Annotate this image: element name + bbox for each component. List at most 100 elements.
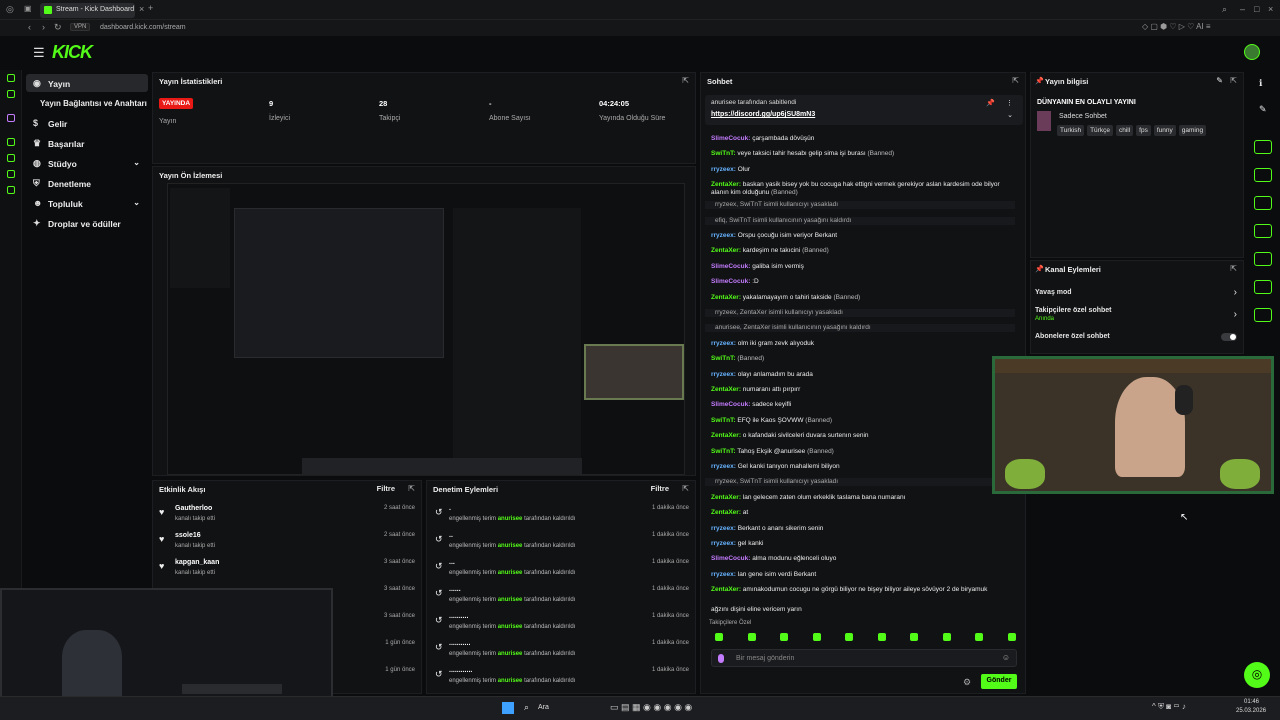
tool-icon[interactable] <box>1254 168 1272 182</box>
tool-icon[interactable] <box>1254 224 1272 238</box>
chat-message: ZentaXer: numaranı attı pırpırr <box>711 386 801 393</box>
rail-icon[interactable] <box>7 154 15 162</box>
tag[interactable]: chill <box>1115 125 1134 136</box>
emote-icon[interactable] <box>1007 633 1016 641</box>
expand-icon[interactable]: ⇱ <box>408 484 415 493</box>
sidebar-item-stream-key[interactable]: Yayın Bağlantısı ve Anahtarı <box>26 94 148 112</box>
maximize-icon[interactable]: □ <box>1254 4 1259 14</box>
undo-icon[interactable]: ↺ <box>435 507 443 518</box>
filter-button[interactable]: Filtre <box>377 484 395 493</box>
edit-icon[interactable]: ✎ <box>1259 104 1267 115</box>
sidebar-item-studio[interactable]: ◍ Stüdyo ⌄ <box>26 154 148 172</box>
back-icon[interactable]: ‹ <box>28 22 31 32</box>
category-thumbnail <box>1037 111 1051 131</box>
more-icon[interactable]: ⋮ <box>1006 99 1013 107</box>
avatar[interactable] <box>1244 44 1260 60</box>
chat-input[interactable]: Bir mesaj gönderin ☺ <box>711 649 1017 667</box>
vpn-badge[interactable]: VPN <box>70 23 91 31</box>
tag[interactable]: funny <box>1153 125 1176 136</box>
emote-icon[interactable] <box>910 633 918 641</box>
followers-only-row[interactable]: Takipçilere özel sohbet Anında › <box>1035 307 1241 325</box>
tag[interactable]: gaming <box>1178 125 1207 136</box>
expand-icon[interactable]: ⇱ <box>682 484 689 493</box>
filter-button[interactable]: Filtre <box>651 484 669 493</box>
tool-icon[interactable] <box>1254 308 1272 322</box>
undo-icon[interactable]: ↺ <box>435 534 443 545</box>
mod-sub: engellenmiş terim anurisee tarafından ka… <box>449 678 576 684</box>
slow-mode-row[interactable]: Yavaş mod › <box>1035 287 1241 301</box>
expand-icon[interactable]: ⇱ <box>682 76 689 85</box>
edit-icon[interactable]: ✎ <box>1216 76 1223 85</box>
reload-icon[interactable]: ↻ <box>54 22 62 33</box>
sidebar-item-stream[interactable]: ◉ Yayın <box>26 74 148 92</box>
undo-icon[interactable]: ↺ <box>435 669 443 680</box>
close-window-icon[interactable]: × <box>1268 4 1273 14</box>
pinned-message[interactable]: anurisee tarafından sabitlendi https://d… <box>705 95 1023 125</box>
subscribers-only-row[interactable]: Abonelere özel sohbet <box>1035 331 1241 345</box>
settings-icon[interactable]: ⚙ <box>963 677 971 688</box>
tag[interactable]: Türkçe <box>1087 125 1113 136</box>
windows-start-icon[interactable] <box>502 702 514 714</box>
emote-icon[interactable] <box>812 633 821 641</box>
emote-icon[interactable] <box>975 633 983 641</box>
tag[interactable]: fps <box>1136 125 1151 136</box>
menu-icon[interactable]: ☰ <box>33 45 45 61</box>
pin-icon[interactable]: 📌 <box>986 99 995 107</box>
search-icon[interactable]: ⌕ <box>524 702 529 713</box>
tool-icon[interactable] <box>1254 196 1272 210</box>
undo-icon[interactable]: ↺ <box>435 615 443 626</box>
info-icon[interactable]: ℹ <box>1259 78 1262 89</box>
rail-icon[interactable] <box>7 90 15 98</box>
sidebar-item-drops[interactable]: ✦ Droplar ve ödüller <box>26 214 148 232</box>
tray-icons[interactable]: ^ ⛨ ◙ ▭ ♪ <box>1152 702 1186 712</box>
undo-icon[interactable]: ↺ <box>435 588 443 599</box>
emote-icon[interactable] <box>942 633 951 641</box>
search-icon[interactable]: ⌕ <box>1222 4 1227 15</box>
rail-icon[interactable] <box>7 186 15 194</box>
sidebar-item-revenue[interactable]: $ Gelir <box>26 114 148 132</box>
emote-icon[interactable] <box>747 633 756 641</box>
emoji-icon[interactable]: ☺ <box>1002 653 1010 662</box>
expand-icon[interactable]: ⇱ <box>1012 76 1019 85</box>
chat-bubble-button[interactable]: ◎ <box>1244 662 1270 688</box>
forward-icon[interactable]: › <box>42 22 45 32</box>
browser-tab[interactable]: Stream - Kick Dashboard <box>40 3 135 18</box>
emote-icon[interactable] <box>877 633 886 641</box>
undo-icon[interactable]: ↺ <box>435 561 443 572</box>
rail-icon[interactable] <box>7 170 15 178</box>
kick-logo[interactable]: KICK <box>52 42 93 63</box>
taskbar-search[interactable]: Ara <box>538 704 549 711</box>
rail-icon[interactable] <box>7 138 15 146</box>
new-tab-icon[interactable]: + <box>148 3 153 13</box>
extensions-icon[interactable]: ◇ ▢ ⬢ ♡ ▷ ♡ AI ≡ <box>1142 22 1211 31</box>
toggle[interactable] <box>1221 333 1237 341</box>
sidebar-item-moderation[interactable]: ⛨ Denetleme <box>26 174 148 192</box>
rail-icon[interactable] <box>7 114 15 122</box>
stream-preview-panel: Yayın Ön İzlemesi <box>152 166 696 476</box>
browser-menu-icon[interactable]: ◎ <box>6 4 14 15</box>
rail-icon[interactable] <box>7 74 15 82</box>
tool-icon[interactable] <box>1254 140 1272 154</box>
expand-icon[interactable]: ⇱ <box>1230 264 1237 273</box>
undo-icon[interactable]: ↺ <box>435 642 443 653</box>
tool-icon[interactable] <box>1254 252 1272 266</box>
tag[interactable]: Turkish <box>1057 125 1085 136</box>
preview-video[interactable] <box>167 183 685 475</box>
send-button[interactable]: Gönder <box>981 674 1017 689</box>
url-text[interactable]: dashboard.kick.com/stream <box>100 24 186 31</box>
tool-icon[interactable] <box>1254 280 1272 294</box>
emote-icon[interactable] <box>780 633 788 641</box>
mic-icon[interactable] <box>718 654 724 663</box>
chevron-down-icon[interactable]: ⌄ <box>1007 111 1013 119</box>
taskbar-app-icons[interactable]: ▭ ▤ ▦ ◉ ◉ ◉ ◉ ◉ <box>610 702 692 713</box>
sidebar-toggle-icon[interactable]: ▣ <box>24 4 32 13</box>
sidebar-item-achievements[interactable]: ♛ Başarılar <box>26 134 148 152</box>
action-label: Yavaş mod <box>1035 289 1072 296</box>
close-tab-icon[interactable]: × <box>139 4 144 14</box>
minimize-icon[interactable]: – <box>1240 4 1245 14</box>
expand-icon[interactable]: ⇱ <box>1230 76 1237 85</box>
sidebar-item-community[interactable]: ☻ Topluluk ⌄ <box>26 194 148 212</box>
emote-icon[interactable] <box>845 633 853 641</box>
pinned-link[interactable]: https://discord.gg/up6jSU8mN3 <box>711 111 815 118</box>
emote-icon[interactable] <box>715 633 723 641</box>
